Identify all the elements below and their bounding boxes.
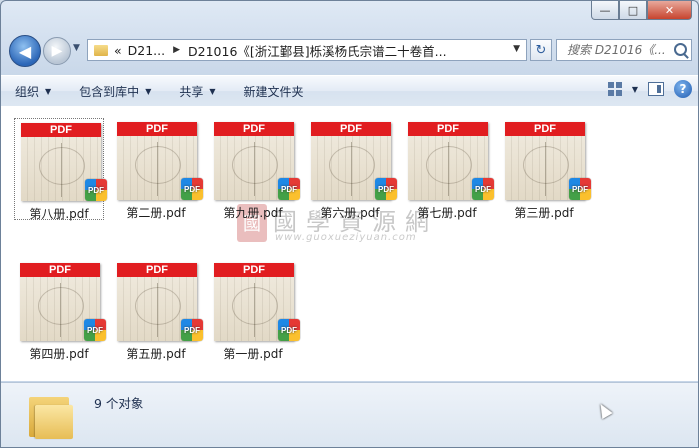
pdf-badge-label: PDF xyxy=(184,325,200,335)
forward-arrow-icon: ▶ xyxy=(51,43,63,59)
breadcrumb-item-parent[interactable]: D21... xyxy=(128,43,165,58)
pdf-badge-label: PDF xyxy=(88,185,104,195)
file-list-pane[interactable]: 國 國學資源網 www.guoxueziyuan.com PDF PDF 第八册.p… xyxy=(1,106,698,381)
file-name: 第六册.pdf xyxy=(320,206,380,220)
file-item[interactable]: PDF PDF 第四册.pdf xyxy=(14,259,106,361)
item-count-text: 9 个对象 xyxy=(94,396,144,411)
pdf-badge-label: PDF xyxy=(572,184,588,194)
file-name: 第一册.pdf xyxy=(223,347,283,361)
folder-icon xyxy=(94,44,108,56)
pdf-band-label: PDF xyxy=(214,263,294,277)
breadcrumb-separator-icon[interactable]: ▶ xyxy=(173,45,180,55)
file-item[interactable]: PDF PDF 第九册.pdf xyxy=(208,118,300,220)
chevron-down-icon: ▼ xyxy=(209,86,216,96)
pdf-app-icon: PDF xyxy=(85,179,107,201)
pdf-band-label: PDF xyxy=(21,123,101,137)
pdf-app-icon: PDF xyxy=(181,319,203,341)
pdf-badge-label: PDF xyxy=(378,184,394,194)
file-name: 第八册.pdf xyxy=(29,207,89,221)
navigation-bar: ◀ ▶ ▼ « D21... ▶ D21016《[浙江鄞县]栎溪杨氏宗谱二十卷首… xyxy=(9,35,692,67)
pdf-band-label: PDF xyxy=(117,263,197,277)
pdf-app-icon: PDF xyxy=(278,319,300,341)
new-folder-label: 新建文件夹 xyxy=(243,84,304,99)
pdf-badge-label: PDF xyxy=(281,184,297,194)
file-item[interactable]: PDF PDF 第八册.pdf xyxy=(14,118,107,221)
preview-pane-icon[interactable] xyxy=(648,82,664,96)
folder-icon xyxy=(29,391,73,439)
pdf-band-label: PDF xyxy=(214,122,294,136)
breadcrumb-item-current[interactable]: D21016《[浙江鄞县]栎溪杨氏宗谱二十卷首... xyxy=(188,41,447,60)
forward-button[interactable]: ▶ xyxy=(43,37,71,65)
pdf-band-label: PDF xyxy=(20,263,100,277)
watermark-url: www.guoxueziyuan.com xyxy=(275,232,417,243)
mouse-pointer-icon xyxy=(595,400,613,420)
details-pane: 9 个对象 xyxy=(1,382,698,447)
pdf-band-label: PDF xyxy=(311,122,391,136)
file-item[interactable]: PDF PDF 第六册.pdf xyxy=(305,118,397,220)
pdf-badge-label: PDF xyxy=(87,325,103,335)
file-name: 第四册.pdf xyxy=(29,347,89,361)
pdf-badge-label: PDF xyxy=(281,325,297,335)
include-in-library-menu-button[interactable]: 包含到库中 ▼ xyxy=(65,83,165,100)
file-name: 第九册.pdf xyxy=(223,206,283,220)
chevron-down-icon: ▼ xyxy=(145,86,152,96)
organize-label: 组织 xyxy=(15,84,40,99)
file-name: 第二册.pdf xyxy=(126,206,186,220)
search-box[interactable] xyxy=(556,39,692,61)
pdf-badge-label: PDF xyxy=(475,184,491,194)
address-bar[interactable]: « D21... ▶ D21016《[浙江鄞县]栎溪杨氏宗谱二十卷首... ▼ xyxy=(87,39,527,61)
close-button[interactable]: ✕ xyxy=(647,1,692,20)
search-icon[interactable] xyxy=(674,43,687,56)
file-name: 第七册.pdf xyxy=(417,206,477,220)
pdf-app-icon: PDF xyxy=(84,319,106,341)
address-dropdown-icon[interactable]: ▼ xyxy=(513,44,520,54)
maximize-button[interactable]: □ xyxy=(619,1,647,20)
pdf-badge-label: PDF xyxy=(184,184,200,194)
window-controls: — □ ✕ xyxy=(591,1,692,20)
file-item[interactable]: PDF PDF 第一册.pdf xyxy=(208,259,300,361)
refresh-icon: ↻ xyxy=(535,42,547,58)
breadcrumb: « D21... ▶ D21016《[浙江鄞县]栎溪杨氏宗谱二十卷首... xyxy=(114,41,447,60)
pdf-app-icon: PDF xyxy=(472,178,494,200)
file-item[interactable]: PDF PDF 第三册.pdf xyxy=(499,118,591,220)
pdf-app-icon: PDF xyxy=(569,178,591,200)
toolbar-right-group: ▼ ? xyxy=(607,80,692,98)
include-in-library-label: 包含到库中 xyxy=(79,84,140,99)
command-bar: 组织 ▼ 包含到库中 ▼ 共享 ▼ 新建文件夹 ▼ ? xyxy=(1,75,698,107)
file-name: 第五册.pdf xyxy=(126,347,186,361)
refresh-button[interactable]: ↻ xyxy=(530,39,552,61)
change-view-icon[interactable] xyxy=(607,82,622,96)
file-item[interactable]: PDF PDF 第五册.pdf xyxy=(111,259,203,361)
pdf-app-icon: PDF xyxy=(375,178,397,200)
pdf-band-label: PDF xyxy=(117,122,197,136)
search-input[interactable] xyxy=(565,42,675,58)
file-name: 第三册.pdf xyxy=(514,206,574,220)
breadcrumb-overflow[interactable]: « xyxy=(114,43,122,58)
pdf-band-label: PDF xyxy=(408,122,488,136)
pdf-app-icon: PDF xyxy=(181,178,203,200)
recent-pages-dropdown-icon[interactable]: ▼ xyxy=(73,43,80,53)
pdf-band-label: PDF xyxy=(505,122,585,136)
minimize-button[interactable]: — xyxy=(591,1,619,20)
file-item[interactable]: PDF PDF 第七册.pdf xyxy=(402,118,494,220)
share-menu-button[interactable]: 共享 ▼ xyxy=(165,83,229,100)
organize-menu-button[interactable]: 组织 ▼ xyxy=(1,83,65,100)
back-button[interactable]: ◀ xyxy=(9,35,41,67)
explorer-window: — □ ✕ ◀ ▶ ▼ « D21... ▶ D21016《[浙江鄞县]栎溪杨氏… xyxy=(0,0,699,448)
help-icon[interactable]: ? xyxy=(674,80,692,98)
file-item[interactable]: PDF PDF 第二册.pdf xyxy=(111,118,203,220)
back-arrow-icon: ◀ xyxy=(18,41,32,61)
view-options-dropdown-icon[interactable]: ▼ xyxy=(632,85,638,94)
chevron-down-icon: ▼ xyxy=(45,86,52,96)
share-label: 共享 xyxy=(179,84,204,99)
pdf-app-icon: PDF xyxy=(278,178,300,200)
new-folder-button[interactable]: 新建文件夹 xyxy=(230,83,318,100)
